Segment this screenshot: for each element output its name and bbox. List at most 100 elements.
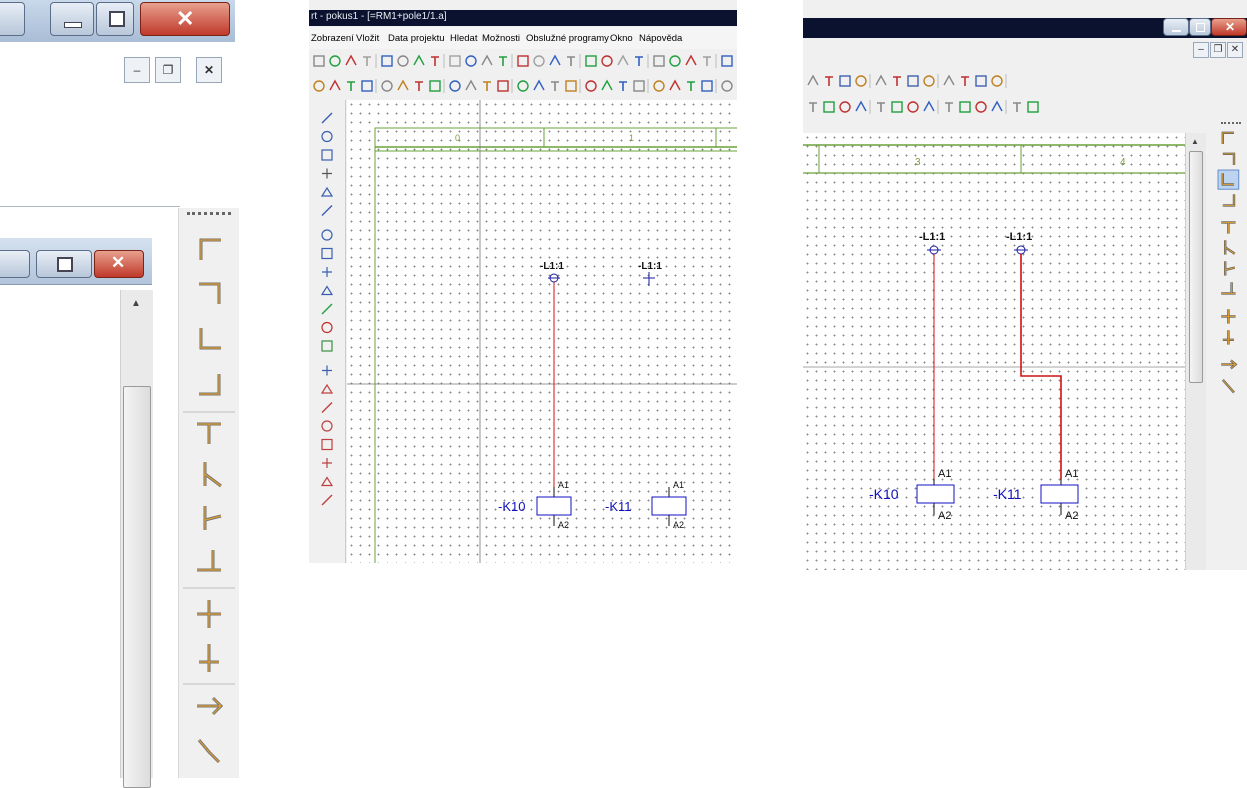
toolbar-tool-icon[interactable] (517, 55, 529, 67)
toolbar-tool-icon[interactable] (551, 81, 559, 91)
toolbar-tool-icon[interactable] (943, 74, 955, 86)
schematic-canvas[interactable]: 0 1 -L1:1 -L1:1 A1 A2 -K10 A1 A2 -K11 (347, 100, 737, 563)
connection-tool-icon[interactable] (1222, 152, 1236, 166)
connection-tool-icon[interactable] (1221, 359, 1238, 370)
toolbar-tool-icon[interactable] (329, 79, 341, 91)
inner-close-button[interactable]: ✕ (94, 250, 144, 278)
toolbar-tool-icon[interactable] (839, 75, 851, 87)
drawing-tool-icon[interactable] (321, 402, 333, 413)
toolbar-tool-icon[interactable] (413, 54, 425, 66)
toolbar-tool-icon[interactable] (959, 101, 971, 113)
toolbar-tool-icon[interactable] (855, 100, 871, 114)
scroll-up-icon[interactable]: ▲ (1191, 137, 1199, 146)
left-prev-button-fragment[interactable] (0, 2, 25, 36)
tee-down-icon[interactable] (197, 422, 221, 444)
connection-tool-icon[interactable] (1217, 169, 1240, 190)
elbow-up-left-icon[interactable] (183, 374, 235, 413)
toolbar-tool-icon[interactable] (669, 79, 681, 91)
toolbar-tool-icon[interactable] (361, 79, 377, 93)
toolbar-tool-icon[interactable] (891, 101, 903, 113)
drawing-tool-icon[interactable] (321, 229, 333, 241)
arrow-right-icon[interactable] (197, 696, 224, 716)
connection-tool-icon[interactable] (1224, 240, 1236, 255)
toolbar-tool-icon[interactable] (517, 80, 529, 92)
toolbar-tool-icon[interactable] (449, 55, 461, 67)
drawing-tool-icon[interactable] (321, 112, 333, 124)
right-scrollbar-track[interactable]: ▲ (1185, 133, 1206, 570)
toolbar-tool-icon[interactable] (703, 54, 717, 68)
menu-napoveda[interactable]: Nápověda (639, 33, 682, 44)
toolbar-tool-icon[interactable] (875, 74, 887, 86)
right-window-restore-button[interactable] (1189, 18, 1211, 36)
right-scrollbar-thumb[interactable] (1189, 151, 1203, 383)
menu-data-projektu[interactable]: Data projektu (388, 33, 445, 44)
menu-vlozit[interactable]: Vložit (356, 33, 379, 44)
toolbar-tool-icon[interactable] (585, 55, 597, 67)
drawing-tool-icon[interactable] (322, 458, 332, 468)
toolbar-tool-icon[interactable] (923, 100, 939, 114)
toolbar-tool-icon[interactable] (499, 54, 513, 68)
connection-tool-icon[interactable] (1224, 261, 1236, 276)
toolbar-tool-icon[interactable] (807, 74, 819, 86)
right-mdi-restore-button[interactable]: ❐ (1210, 42, 1226, 58)
toolbar-tool-icon[interactable] (347, 81, 355, 91)
toolbar-tool-icon[interactable] (975, 75, 987, 87)
toolbar-tool-icon[interactable] (415, 81, 423, 91)
window-close-button[interactable]: ✕ (140, 2, 230, 36)
drawing-tool-icon[interactable] (322, 267, 332, 277)
toolbar-tool-icon[interactable] (975, 101, 987, 113)
toolbar-tool-icon[interactable] (585, 80, 597, 92)
toolbar-tool-icon[interactable] (549, 54, 561, 66)
tee-branch-left-icon[interactable] (203, 506, 222, 530)
drawing-tool-icon[interactable] (321, 340, 333, 352)
drawing-tool-icon[interactable] (321, 149, 333, 161)
toolbar-tool-icon[interactable] (991, 74, 1007, 88)
toolbar-tool-icon[interactable] (567, 54, 581, 68)
relay-coil-k11[interactable] (651, 496, 687, 516)
toolbar-tool-icon[interactable] (701, 79, 717, 93)
toolbar-tool-icon[interactable] (1027, 101, 1039, 113)
toolbar-tool-icon[interactable] (449, 80, 461, 92)
drawing-tool-icon[interactable] (322, 365, 332, 376)
left-scrollbar-thumb[interactable] (123, 386, 151, 788)
toolbar-tool-icon[interactable] (823, 101, 835, 113)
menu-moznosti[interactable]: Možnosti (482, 33, 520, 44)
right-mdi-minimize-button[interactable]: – (1193, 42, 1209, 58)
toolbar-tool-icon[interactable] (923, 74, 939, 88)
right-window-minimize-button[interactable] (1163, 18, 1189, 36)
elbow-down-left-icon[interactable] (199, 282, 221, 304)
tee-branch-up-icon[interactable] (183, 550, 235, 589)
junction-up-icon[interactable] (183, 644, 235, 685)
inner-restore-button[interactable] (36, 250, 92, 278)
toolbar-tool-icon[interactable] (687, 81, 695, 91)
toolbar-tool-icon[interactable] (481, 54, 493, 66)
menu-hledat[interactable]: Hledat (450, 33, 477, 44)
relay-coil-k10[interactable] (916, 484, 955, 504)
elbow-up-right-icon[interactable] (199, 328, 221, 350)
toolbar-tool-icon[interactable] (633, 79, 649, 93)
drawing-tool-icon[interactable] (320, 383, 334, 394)
menu-zobrazeni[interactable]: Zobrazení (311, 33, 354, 44)
menu-obsluzne-programy[interactable]: Obslužné programy (526, 33, 609, 44)
toolbar-tool-icon[interactable] (313, 55, 325, 67)
toolbar-tool-icon[interactable] (635, 54, 649, 68)
toolbar-tool-icon[interactable] (431, 54, 445, 68)
right-schematic-canvas[interactable]: 3 4 -L1:1 -L1:1 A1 A2 -K10 A1 A2 -K11 (803, 133, 1185, 570)
window-minimize-button[interactable] (50, 2, 94, 36)
drawing-tool-icon[interactable] (321, 303, 333, 315)
toolbar-tool-icon[interactable] (483, 81, 491, 91)
toolbar-tool-icon[interactable] (617, 54, 629, 66)
drawing-tool-icon[interactable] (321, 321, 333, 334)
tee-branch-right-icon[interactable] (203, 462, 222, 488)
right-window-close-button[interactable]: ✕ (1211, 18, 1247, 36)
toolbar-tool-icon[interactable] (497, 79, 513, 93)
toolbar-tool-icon[interactable] (619, 81, 627, 91)
toolbar-tool-icon[interactable] (721, 80, 733, 92)
connection-tool-icon[interactable] (1222, 194, 1236, 207)
toolbar-tool-icon[interactable] (313, 80, 325, 92)
toolbar-tool-icon[interactable] (533, 55, 545, 67)
left-scrollbar-track[interactable]: ▲ (120, 290, 153, 788)
diagonal-icon[interactable] (197, 739, 221, 764)
inner-prev-button[interactable] (0, 250, 30, 278)
junction-down-icon[interactable] (197, 600, 221, 628)
